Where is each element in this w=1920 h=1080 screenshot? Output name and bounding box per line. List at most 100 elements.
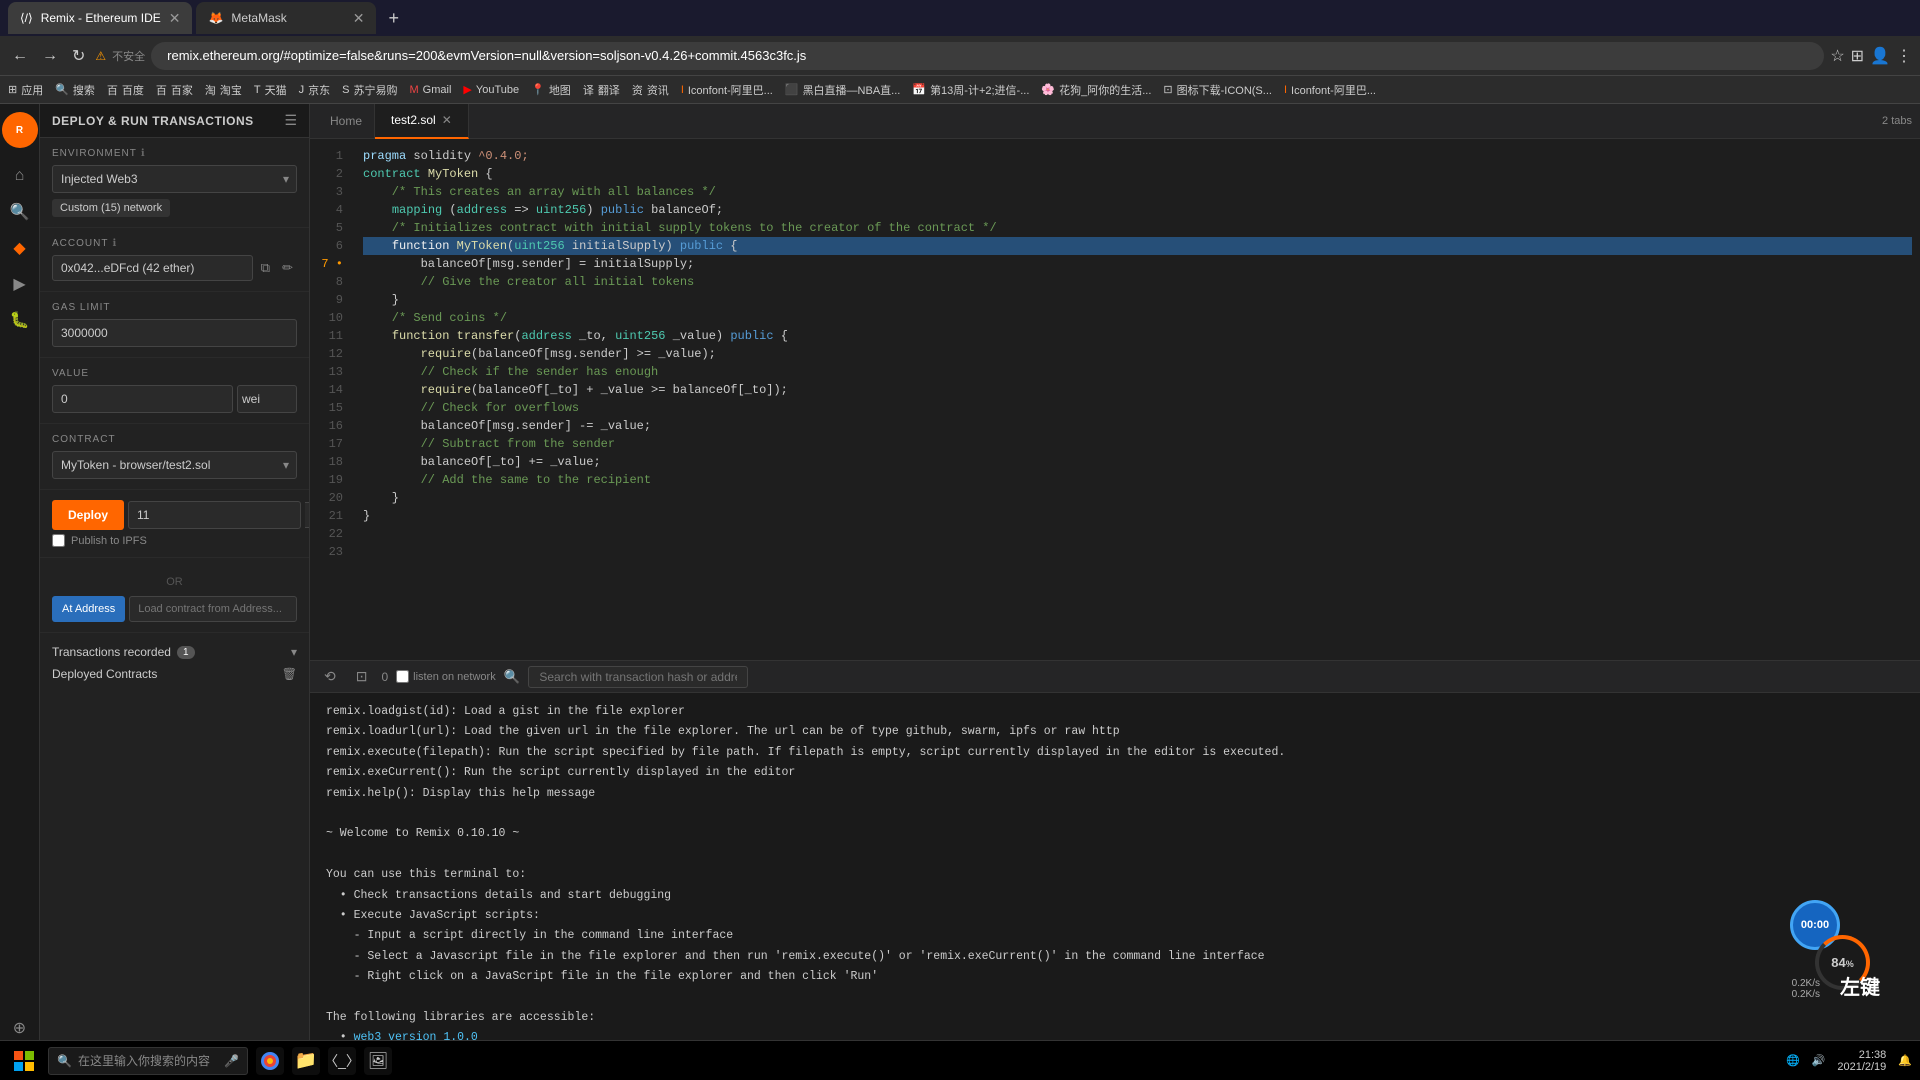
account-button[interactable]: 👤	[1870, 46, 1890, 66]
bookmark-iconfont2[interactable]: IIconfont-阿里巴...	[1284, 82, 1376, 98]
code-line-7: function MyToken(uint256 initialSupply) …	[363, 237, 1912, 255]
code-content[interactable]: pragma solidity ^0.4.0; contract MyToken…	[355, 139, 1920, 660]
address-bar: ← → ↻ ⚠ 不安全 ☆ ⊞ 👤 ⋮	[0, 36, 1920, 76]
code-line-18: balanceOf[msg.sender] -= _value;	[363, 417, 1912, 435]
account-select[interactable]: 0x042...eDFcd (42 ether)	[52, 255, 253, 281]
file-tab-label: test2.sol	[391, 113, 436, 127]
bookmark-star-button[interactable]: ☆	[1830, 46, 1844, 66]
deploy-inline-input[interactable]	[128, 501, 301, 529]
bookmark-taobao[interactable]: 淘淘宝	[205, 82, 242, 98]
terminal-line-execute2: • Execute JavaScript scripts:	[326, 907, 1904, 925]
bookmark-baixia[interactable]: 百百家	[156, 82, 193, 98]
listen-network-checkbox[interactable]	[396, 670, 409, 683]
taskbar-right: 🌐 🔊 21:38 2021/2/19 🔔	[1786, 1049, 1912, 1073]
terminal-line-blank3	[326, 988, 1904, 1006]
terminal-clear-button[interactable]: ⟲	[318, 666, 342, 687]
bookmark-nba[interactable]: ⬛黑白直播—NBA直...	[785, 82, 901, 98]
bookmark-search[interactable]: 🔍搜索	[55, 82, 95, 98]
listen-network-label[interactable]: listen on network	[396, 670, 496, 683]
terminal-line-execute: remix.execute(filepath): Run the script …	[326, 744, 1904, 762]
account-info-icon[interactable]: ℹ	[112, 238, 117, 249]
taskbar-icon-terminal[interactable]: 〈_〉	[328, 1047, 356, 1075]
remix-tab-close[interactable]: ✕	[169, 10, 181, 27]
bookmark-iconfont1[interactable]: IIconfont-阿里巴...	[681, 82, 773, 98]
new-tab-button[interactable]: +	[380, 8, 407, 29]
deployed-contracts-delete-icon[interactable]: 🗑	[282, 667, 297, 681]
tab-metamask[interactable]: 🦊 MetaMask ✕	[196, 2, 376, 34]
code-line-21: // Add the same to the recipient	[363, 471, 1912, 489]
metamask-tab-close[interactable]: ✕	[353, 10, 365, 27]
bookmark-gmail[interactable]: MGmail	[410, 84, 452, 96]
bookmark-jd[interactable]: J京东	[299, 82, 331, 98]
environment-select[interactable]: Injected Web3	[52, 165, 297, 193]
taskbar-search-box[interactable]: 🔍 在这里输入你搜索的内容 🎤	[48, 1047, 248, 1075]
account-copy-button[interactable]: ⧉	[257, 256, 274, 280]
deployed-contracts-label: Deployed Contracts	[52, 667, 157, 681]
account-row: 0x042...eDFcd (42 ether) ⧉ ✏	[52, 255, 297, 281]
deploy-panel-menu-icon[interactable]: ☰	[284, 112, 297, 129]
publish-ipfs-checkbox[interactable]	[52, 534, 65, 547]
taskbar-icon-folder[interactable]: 📁	[292, 1047, 320, 1075]
bookmark-info[interactable]: 资资讯	[632, 82, 669, 98]
file-tab-close[interactable]: ✕	[442, 113, 452, 127]
gas-limit-input[interactable]	[52, 319, 297, 347]
sidebar-icon-solidity[interactable]: ◆	[4, 232, 36, 264]
bookmark-tianmao[interactable]: T天猫	[254, 82, 287, 98]
editor-tab-home[interactable]: Home	[318, 104, 375, 139]
terminal-line-execurrent: remix.exeCurrent(): Run the script curre…	[326, 764, 1904, 782]
remix-tab-label: Remix - Ethereum IDE	[41, 11, 161, 25]
bookmark-suning[interactable]: S苏宁易购	[342, 82, 397, 98]
forward-button[interactable]: →	[38, 43, 62, 69]
terminal-stop-button[interactable]: ⊡	[350, 666, 374, 687]
contract-section: CONTRACT MyToken - browser/test2.sol ▾	[40, 424, 309, 490]
at-address-button[interactable]: At Address	[52, 596, 125, 622]
at-address-input[interactable]	[129, 596, 297, 622]
address-input[interactable]	[151, 42, 1824, 70]
contract-select[interactable]: MyToken - browser/test2.sol	[52, 451, 297, 479]
bookmark-week13[interactable]: 📅第13周-计+2;进信-...	[912, 82, 1029, 98]
code-line-22: }	[363, 489, 1912, 507]
sidebar-icon-home[interactable]: ⌂	[4, 160, 36, 192]
terminal-line-libraries: The following libraries are accessible:	[326, 1009, 1904, 1027]
terminal-line-rightclick: - Right click on a JavaScript file in th…	[326, 968, 1904, 986]
editor-tabs-right: 2 tabs	[1882, 115, 1912, 127]
bookmark-icon-dl[interactable]: ⊡图标下载-ICON(S...	[1163, 82, 1272, 98]
code-line-9: // Give the creator all initial tokens	[363, 273, 1912, 291]
bookmark-apps[interactable]: ⊞应用	[8, 82, 43, 98]
publish-ipfs-label[interactable]: Publish to IPFS	[71, 535, 147, 547]
transactions-row[interactable]: Transactions recorded 1 ▾	[52, 641, 297, 663]
taskbar-icon-browser[interactable]	[256, 1047, 284, 1075]
editor-tab-file[interactable]: test2.sol ✕	[375, 104, 469, 139]
account-section: ACCOUNT ℹ 0x042...eDFcd (42 ether) ⧉ ✏	[40, 228, 309, 292]
terminal-toolbar: ⟲ ⊡ 0 listen on network 🔍	[310, 661, 1920, 693]
deploy-btn-row: Deploy ▾	[52, 500, 297, 530]
bookmark-baidu[interactable]: 百百度	[107, 82, 144, 98]
back-button[interactable]: ←	[8, 43, 32, 69]
taskbar-notification-icon[interactable]: 🔔	[1898, 1054, 1912, 1067]
transactions-expand-icon[interactable]: ▾	[291, 645, 297, 659]
start-button[interactable]	[8, 1045, 40, 1077]
bookmark-translate[interactable]: 译翻译	[583, 82, 620, 98]
terminal-search-input[interactable]	[528, 666, 748, 688]
environment-info-icon[interactable]: ℹ	[141, 148, 146, 159]
unit-select[interactable]: wei gwei ether	[237, 385, 297, 413]
taskbar-icon-photos[interactable]: 🖼	[364, 1047, 392, 1075]
sidebar-icon-debug[interactable]: 🐛	[4, 304, 36, 336]
menu-button[interactable]: ⋮	[1896, 46, 1912, 66]
tab-remix[interactable]: ⟨/⟩ Remix - Ethereum IDE ✕	[8, 2, 192, 34]
deploy-button[interactable]: Deploy	[52, 500, 124, 530]
at-address-row: At Address	[52, 596, 297, 622]
reload-button[interactable]: ↻	[68, 42, 89, 70]
deploy-panel-header: DEPLOY & RUN TRANSACTIONS ☰	[40, 104, 309, 138]
account-edit-button[interactable]: ✏	[278, 256, 297, 280]
terminal-search-button[interactable]: 🔍	[504, 669, 521, 685]
terminal-line-loadgist: remix.loadgist(id): Load a gist in the f…	[326, 703, 1904, 721]
extensions-button[interactable]: ⊞	[1851, 46, 1864, 66]
bookmark-map[interactable]: 📍地图	[531, 82, 571, 98]
value-input[interactable]	[52, 385, 233, 413]
code-line-8: balanceOf[msg.sender] = initialSupply;	[363, 255, 1912, 273]
sidebar-icon-deploy[interactable]: ▶	[4, 268, 36, 300]
bookmark-youtube[interactable]: ▶YouTube	[463, 83, 519, 96]
bookmark-flower[interactable]: 🌸花狗_阿你的生活...	[1041, 82, 1151, 98]
sidebar-icon-search[interactable]: 🔍	[4, 196, 36, 228]
